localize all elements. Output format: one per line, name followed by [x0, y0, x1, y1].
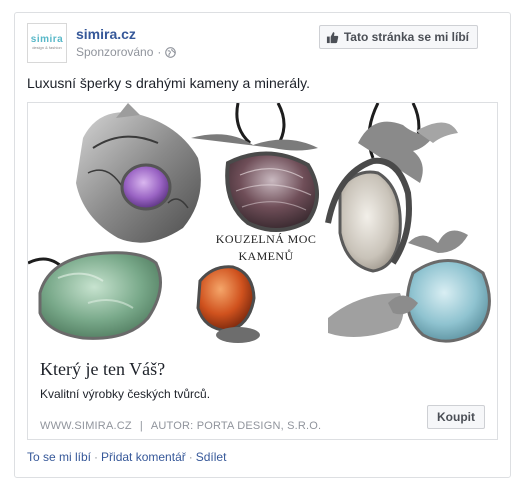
action-separator: · — [94, 450, 99, 464]
logo-subtitle: design & fashion — [32, 45, 62, 50]
page-avatar[interactable]: simira design & fashion — [27, 23, 67, 63]
link-attachment[interactable]: KOUZELNÁ MOC KAMENŮ Který je ten Váš? Kv… — [27, 102, 498, 440]
action-separator: · — [188, 450, 193, 464]
sponsored-separator: · — [157, 45, 162, 59]
post-actions: To se mi líbí · Přidat komentář · Sdílet — [27, 450, 226, 464]
image-tagline: KOUZELNÁ MOC KAMENŮ — [206, 231, 326, 265]
link-caption: WWW.SIMIRA.CZ | AUTOR: PORTA DESIGN, S.R.O… — [40, 420, 321, 432]
like-page-label: Tato stránka se mi líbí — [343, 30, 469, 44]
tagline-line-1: KOUZELNÁ MOC — [215, 232, 317, 246]
link-title[interactable]: Který je ten Váš? — [40, 359, 165, 380]
comment-link[interactable]: Přidat komentář — [101, 450, 186, 464]
share-link[interactable]: Sdílet — [196, 450, 227, 464]
sponsored-post-card: simira design & fashion simira.cz Sponzo… — [14, 12, 511, 478]
globe-icon — [165, 46, 177, 58]
buy-button[interactable]: Koupit — [427, 405, 485, 429]
page-name-link[interactable]: simira.cz — [76, 26, 136, 42]
thumbs-up-icon — [326, 31, 339, 43]
link-description: Kvalitní výrobky českých tvůrců. — [40, 387, 211, 401]
like-page-button[interactable]: Tato stránka se mi líbí — [318, 25, 478, 49]
sponsored-label[interactable]: Sponzorováno — [76, 45, 153, 59]
tagline-line-2: KAMENŮ — [238, 249, 294, 263]
caption-domain: WWW.SIMIRA.CZ — [40, 420, 132, 432]
sponsored-row: Sponzorováno · — [76, 45, 177, 59]
like-link[interactable]: To se mi líbí — [27, 450, 91, 464]
caption-separator: | — [139, 420, 143, 432]
caption-author: AUTOR: PORTA DESIGN, S.R.O. — [150, 420, 322, 432]
post-text: Luxusní šperky s drahými kameny a minerá… — [27, 75, 310, 91]
ad-image[interactable]: KOUZELNÁ MOC KAMENŮ — [28, 103, 497, 349]
post-header: simira design & fashion simira.cz Sponzo… — [27, 23, 498, 65]
jewelry-collage — [28, 103, 491, 343]
logo-wordmark: simira — [30, 34, 64, 45]
